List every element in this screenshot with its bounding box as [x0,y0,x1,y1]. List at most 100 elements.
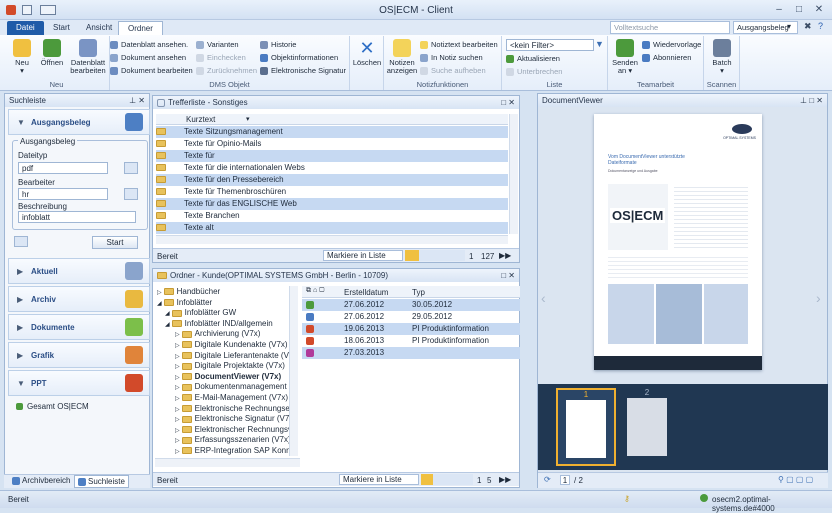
tab-ansicht[interactable]: Ansicht [77,21,121,35]
subscribe-button[interactable]: Abonnieren [642,52,691,63]
list-icon[interactable] [124,162,138,174]
edit-datasheet-button[interactable]: Datenblatt bearbeiten [68,39,108,75]
nav-arrows-icon[interactable]: ▶▶ [499,475,511,484]
section-ausgangsbeleg[interactable]: ▼ Ausgangsbeleg [8,109,150,135]
open-button[interactable]: Öffnen [38,39,66,67]
section-archiv[interactable]: ▶ Archiv [8,286,150,312]
dateityp-field[interactable]: pdf [18,162,108,174]
expand-icon[interactable]: ▷ [175,417,180,423]
table-row[interactable]: 18.06.2013 PI Produktinformation [302,335,520,347]
rotate-icon[interactable]: ⟳ [544,475,551,484]
edit-document-button[interactable]: Dokument bearbeiten [110,65,193,76]
pin-close-icon[interactable]: ⊥ ✕ [129,96,145,105]
view-datasheet-button[interactable]: Datenblatt ansehen. [110,39,188,50]
view-mode-icons[interactable] [405,250,465,261]
pin-close-icon[interactable]: ⊥ □ ✕ [800,96,823,105]
thumbnail-2[interactable]: 2 [618,388,676,466]
tab-suchleiste[interactable]: Suchleiste [74,475,129,488]
clear-search-button[interactable]: Suche aufheben [420,65,486,76]
table-row[interactable]: 27.06.2012 29.05.2012 [302,311,520,323]
table-row[interactable]: 27.03.2013 [302,347,520,359]
expand-icon[interactable]: ▷ [175,396,180,402]
thumbnail-1[interactable]: 1 [556,388,616,466]
table-row[interactable]: Texte Sitzungsmanagement [156,126,508,138]
next-page-icon[interactable]: › [816,290,821,306]
expand-icon[interactable]: ▷ [175,364,180,370]
table-row[interactable]: Texte alt [156,222,508,234]
ppt-list-item[interactable]: Gesamt OS|ECM [16,402,89,411]
page-input[interactable]: 1 [560,475,570,485]
expand-icon[interactable]: ▷ [175,438,180,444]
delete-button[interactable]: ✕ Löschen [352,39,382,67]
table-row[interactable]: 19.06.2013 PI Produktinformation [302,323,520,335]
filter-select[interactable]: <kein Filter> [506,39,594,51]
signature-button[interactable]: Elektronische Signatur [260,65,346,76]
table-row[interactable]: Texte für das ENGLISCHE Web [156,198,508,210]
checkin-button[interactable]: Einchecken [196,52,246,63]
send-to-button[interactable]: Senden an ▾ [610,39,640,75]
scrollbar-horizontal[interactable] [156,235,508,244]
bearbeiter-field[interactable]: hr [18,188,108,200]
filter-icon[interactable]: ▼ [595,39,604,49]
table-row[interactable]: 27.06.2012 30.05.2012 [302,299,520,311]
expand-icon[interactable]: ▷ [175,407,180,413]
sort-icon[interactable]: ▾ [246,115,250,123]
tab-ordner[interactable]: Ordner [118,21,163,35]
table-row[interactable]: Texte für Opinio-Mails [156,138,508,150]
refresh-button[interactable]: Aktualisieren [506,53,560,64]
section-grafik[interactable]: ▶ Grafik [8,342,150,368]
maximize-icon[interactable]: □ [790,4,808,16]
expand-icon[interactable]: ▷ [175,332,180,338]
form-icon[interactable] [14,236,28,247]
table-row[interactable]: Texte für [156,150,508,162]
expand-icon[interactable]: ▷ [175,385,180,391]
prev-page-icon[interactable]: ‹ [541,290,546,306]
save-icon[interactable] [22,5,32,15]
variants-button[interactable]: Varianten [196,39,239,50]
show-notes-button[interactable]: Notizen anzeigen [386,39,418,75]
expand-icon[interactable]: ▷ [175,449,180,455]
quick-access-icon[interactable] [40,5,56,15]
expand-icon[interactable]: ▷ [175,343,180,349]
column-typ[interactable]: Typ [412,288,425,297]
tools-icon[interactable]: ✖ [804,21,812,32]
scrollbar-horizontal[interactable] [155,458,300,467]
maximize-close-icon[interactable]: □ ✕ [501,98,515,107]
section-dokumente[interactable]: ▶ Dokumente [8,314,150,340]
help-icon[interactable]: ? [818,21,823,31]
expand-icon[interactable]: ▷ [175,428,180,434]
list-icon[interactable] [124,188,138,200]
expand-icon[interactable]: ◢ [165,311,170,317]
expand-icon[interactable]: ◢ [157,301,162,307]
zoom-icons[interactable]: ⚲ ▢ ▢ ▢ [778,475,813,484]
section-ppt[interactable]: ▼ PPT [8,370,150,396]
revert-button[interactable]: Zurücknehmen [196,65,257,76]
chevron-down-icon[interactable]: ▾ [787,22,791,31]
scrollbar-vertical[interactable] [509,114,518,234]
new-button[interactable]: Neu ▾ [8,39,36,75]
close-icon[interactable]: ✕ [810,4,828,16]
mark-in-list-input[interactable]: Markiere in Liste [323,250,403,261]
object-info-button[interactable]: Objektinformationen [260,52,338,63]
maximize-close-icon[interactable]: □ ✕ [501,271,515,280]
mark-in-list-input[interactable]: Markiere in Liste [339,474,419,485]
section-aktuell[interactable]: ▶ Aktuell [8,258,150,284]
table-row[interactable]: Texte für den Pressebereich [156,174,508,186]
tab-datei[interactable]: Datei [7,21,44,35]
tab-archivbereich[interactable]: Archivbereich [12,476,70,485]
column-erstelldatum[interactable]: Erstelldatum [344,288,388,297]
interrupt-button[interactable]: Unterbrechen [506,66,562,77]
fulltext-search-input[interactable]: Volltextsuche [610,21,730,34]
nav-arrows-icon[interactable]: ▶▶ [499,251,511,260]
beschreibung-field[interactable]: infoblatt [18,211,136,223]
column-kurztext[interactable]: Kurztext [186,115,215,124]
table-row[interactable]: Texte Branchen [156,210,508,222]
view-document-button[interactable]: Dokument ansehen [110,52,186,63]
batch-button[interactable]: Batch ▾ [707,39,737,75]
scrollbar-vertical[interactable] [289,286,298,456]
edit-note-button[interactable]: Notiztext bearbeiten [420,39,498,50]
expand-icon[interactable]: ▷ [157,290,162,296]
tab-start[interactable]: Start [44,21,79,35]
resubmit-button[interactable]: Wiedervorlage [642,39,701,50]
tree-item[interactable]: ▷ ERP-Integration SAP Konn [155,445,298,456]
